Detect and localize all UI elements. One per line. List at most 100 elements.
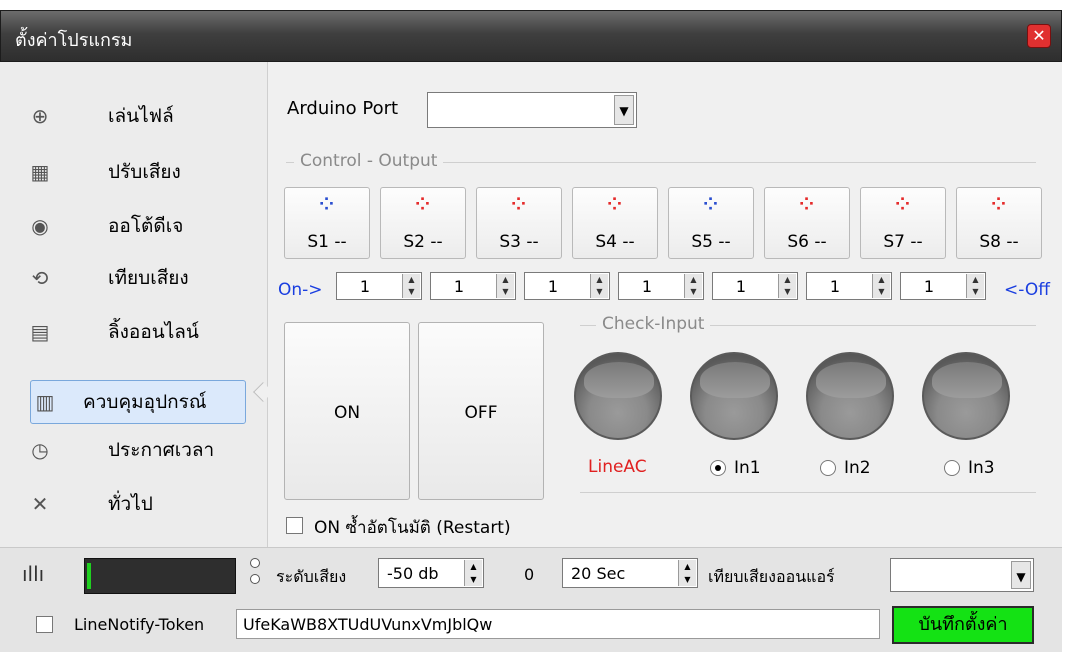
title-bar[interactable]: ตั้งค่าโปรแกรม ✕ [0,10,1062,62]
spinner-value: 1 [453,277,465,296]
client-area: ⊕ เล่นไฟล์ ▦ ปรับเสียง ◉ ออโต้ดีเจ ⟲ เที… [0,62,1062,652]
network-icon: ⁘ [799,194,815,215]
sidebar-item-label: ลิ้งออนไลน์ [108,321,199,343]
radio-label: In3 [968,458,995,478]
line-notify-token-input[interactable]: UfeKaWB8XTUdUVunxVmJblQw [236,609,880,639]
sidebar: ⊕ เล่นไฟล์ ▦ ปรับเสียง ◉ ออโต้ดีเจ ⟲ เที… [0,62,268,547]
sidebar-item-label: เล่นไฟล์ [108,105,174,127]
settings-window: ตั้งค่าโปรแกรม ✕ ⊕ เล่นไฟล์ ▦ ปรับเสียง … [0,0,1070,652]
spin-arrows-icon[interactable]: ▲ ▼ [496,274,514,298]
on-button-label: ON [333,403,361,423]
sidebar-item-time-announce[interactable]: ◷ ประกาศเวลา [26,426,256,474]
spinner-s2[interactable]: 1 ▲ ▼ [430,272,516,300]
spinner-s4[interactable]: 1 ▲ ▼ [618,272,704,300]
spin-arrows-icon[interactable]: ▲ ▼ [590,274,608,298]
switch-label: S2 -- [403,232,443,252]
compare-onair-select[interactable]: ▼ [890,558,1034,592]
line-notify-checkbox[interactable] [36,616,53,633]
close-icon[interactable]: ✕ [1027,24,1051,48]
radio-in1[interactable]: In1 [710,458,761,478]
spin-arrows-icon[interactable]: ▲ ▼ [678,560,696,586]
auto-restart-checkbox[interactable] [286,517,303,534]
off-arrow-label: <-Off [1004,280,1050,300]
switch-label: S3 -- [499,232,539,252]
radio-icon[interactable] [944,460,960,476]
link-circles-icon[interactable] [250,558,262,592]
sec-value: 20 Sec [571,564,626,583]
spinner-value: 1 [359,277,371,296]
sidebar-item-play-file[interactable]: ⊕ เล่นไฟล์ [26,92,256,140]
arduino-port-select[interactable]: ▼ [427,92,637,128]
switch-button-s2[interactable]: ⁘ S2 -- [380,187,466,259]
switch-button-s8[interactable]: ⁘ S8 -- [956,187,1042,259]
sidebar-item-general[interactable]: ✕ ทั่วไป [26,480,256,528]
save-settings-button[interactable]: บันทึกตั้งค่า [892,606,1034,644]
compare-onair-label: เทียบเสียงออนแอร์ [708,567,835,586]
spinner-s1[interactable]: 1 ▲ ▼ [336,272,422,300]
sidebar-item-device-control[interactable]: ▥ ควบคุมอุปกรณ์ [30,380,246,424]
sidebar-item-sync[interactable]: ⟲ เทียบเสียง [26,254,256,302]
spinner-s5[interactable]: 1 ▲ ▼ [712,272,798,300]
sec-spinner[interactable]: 20 Sec ▲ ▼ [562,558,698,588]
network-icon: ⁘ [991,194,1007,215]
lamp-lineac-icon [574,352,662,440]
spinner-value: 1 [641,277,653,296]
network-icon: ⁘ [607,194,623,215]
play-file-icon: ⊕ [31,104,49,128]
sync-icon: ⟲ [31,266,49,290]
volume-level-label: ระดับเสียง [276,567,347,586]
on-button[interactable]: ON [284,322,410,500]
network-icon: ⁘ [319,194,335,215]
zero-value: 0 [524,565,535,584]
switch-label: S7 -- [883,232,923,252]
device-control-icon: ▥ [35,390,55,414]
switch-label: S4 -- [595,232,635,252]
sidebar-item-label: ควบคุมอุปกรณ์ [83,391,207,413]
db-spinner[interactable]: -50 db ▲ ▼ [378,558,484,588]
level-meter [84,558,236,594]
sidebar-item-label: ปรับเสียง [108,161,181,183]
network-icon: ⁘ [511,194,527,215]
radio-label: In2 [844,458,871,478]
online-link-icon: ▤ [30,320,50,344]
radio-checked-icon[interactable] [710,460,726,476]
switch-button-s7[interactable]: ⁘ S7 -- [860,187,946,259]
spinner-value: 1 [829,277,841,296]
spinner-value: 1 [547,277,559,296]
switch-button-s1[interactable]: ⁘ S1 -- [284,187,370,259]
level-meter-bar [87,563,91,589]
off-button-label: OFF [464,403,498,423]
chevron-down-icon[interactable]: ▼ [1011,561,1031,589]
line-notify-label: LineNotify-Token [74,615,205,634]
spinner-s7[interactable]: 1 ▲ ▼ [900,272,986,300]
switch-button-s3[interactable]: ⁘ S3 -- [476,187,562,259]
spin-arrows-icon[interactable]: ▲ ▼ [464,560,482,586]
spin-arrows-icon[interactable]: ▲ ▼ [402,274,420,298]
sidebar-item-label: ประกาศเวลา [108,439,215,461]
spin-arrows-icon[interactable]: ▲ ▼ [872,274,890,298]
switch-button-s5[interactable]: ⁘ S5 -- [668,187,754,259]
spin-arrows-icon[interactable]: ▲ ▼ [966,274,984,298]
radio-icon[interactable] [820,460,836,476]
switch-button-s4[interactable]: ⁘ S4 -- [572,187,658,259]
arduino-port-label: Arduino Port [287,98,399,119]
check-input-title: Check-Input [596,314,711,334]
sidebar-item-label: ออโต้ดีเจ [108,215,184,237]
sidebar-item-equalizer[interactable]: ▦ ปรับเสียง [26,148,256,196]
chevron-down-icon[interactable]: ▼ [614,95,634,125]
sidebar-item-auto-dj[interactable]: ◉ ออโต้ดีเจ [26,202,256,250]
sidebar-item-online-link[interactable]: ▤ ลิ้งออนไลน์ [26,308,256,356]
radio-label: In1 [734,458,761,478]
spin-arrows-icon[interactable]: ▲ ▼ [778,274,796,298]
off-button[interactable]: OFF [418,322,544,500]
lamp-in1-icon [690,352,778,440]
radio-in2[interactable]: In2 [820,458,871,478]
spin-arrows-icon[interactable]: ▲ ▼ [684,274,702,298]
switch-button-s6[interactable]: ⁘ S6 -- [764,187,850,259]
network-icon: ⁘ [703,194,719,215]
spinner-s3[interactable]: 1 ▲ ▼ [524,272,610,300]
spinner-value: 1 [735,277,747,296]
radio-in3[interactable]: In3 [944,458,995,478]
lamp-in2-icon [806,352,894,440]
spinner-s6[interactable]: 1 ▲ ▼ [806,272,892,300]
